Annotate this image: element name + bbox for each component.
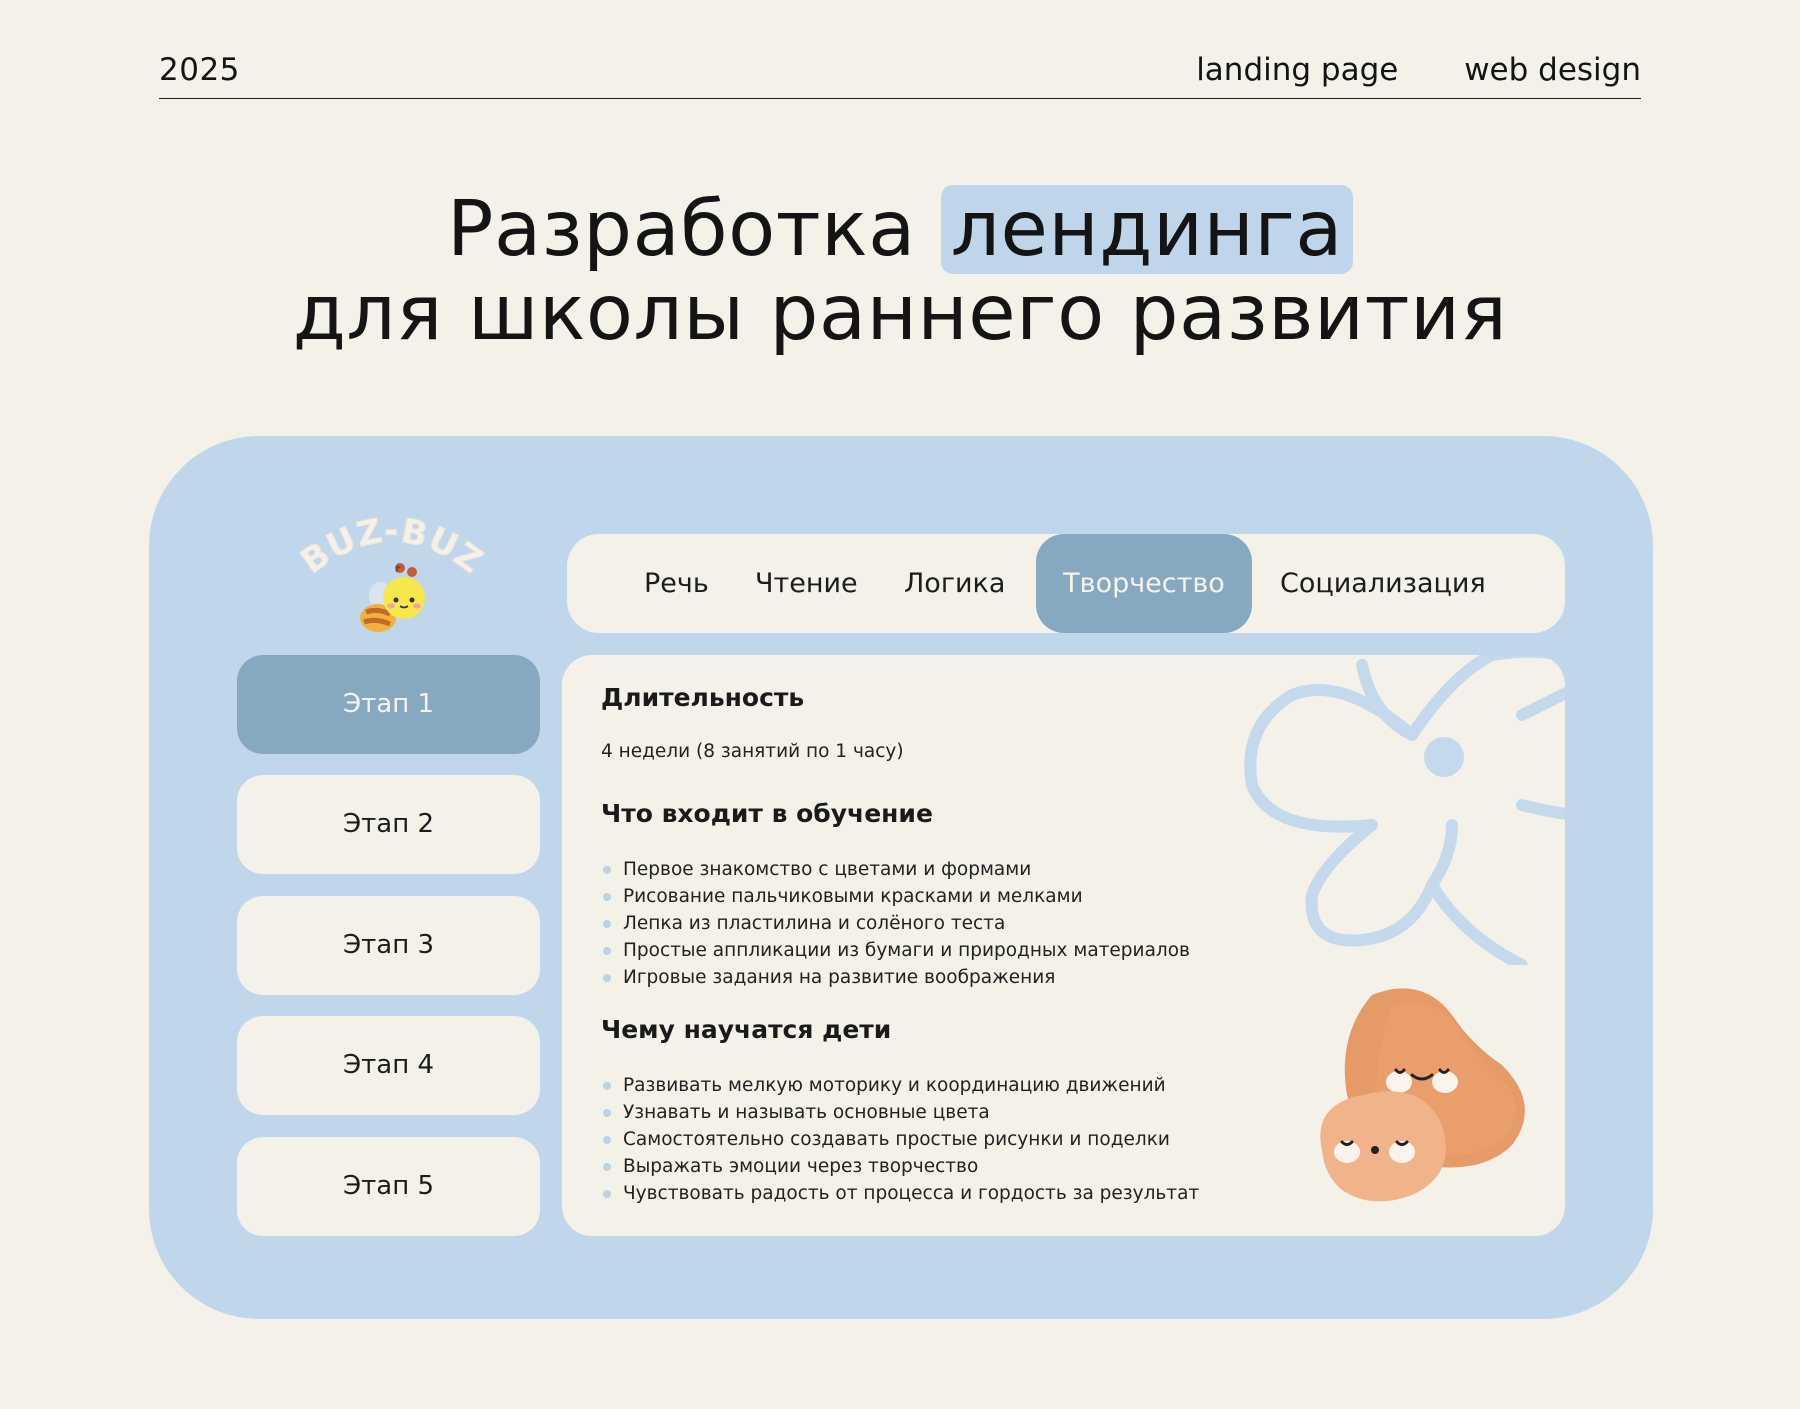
top-bar: 2025 landing page web design [159, 52, 1641, 99]
list-item: Самостоятельно создавать простые рисунки… [601, 1126, 1199, 1153]
outcomes-list: Развивать мелкую моторику и координацию … [601, 1072, 1199, 1207]
svg-text:BUZ-BUZ: BUZ-BUZ [294, 512, 491, 582]
duration-text: 4 недели (8 занятий по 1 часу) [601, 741, 904, 762]
tab-socialization[interactable]: Социализация [1280, 534, 1486, 633]
stage-4-button[interactable]: Этап 4 [237, 1016, 540, 1115]
list-item: Выражать эмоции через творчество [601, 1153, 1199, 1180]
list-item: Простые аппликации из бумаги и природных… [601, 937, 1190, 964]
list-item: Развивать мелкую моторику и координацию … [601, 1072, 1199, 1099]
list-item: Лепка из пластилина и солёного теста [601, 910, 1190, 937]
includes-heading: Что входит в обучение [601, 799, 933, 828]
tags: landing page web design [1140, 52, 1641, 88]
tab-creativity[interactable]: Творчество [1036, 534, 1252, 633]
stage-3-button[interactable]: Этап 3 [237, 896, 540, 995]
list-item: Первое знакомство с цветами и формами [601, 856, 1190, 883]
tab-reading[interactable]: Чтение [755, 534, 858, 633]
brand-logo[interactable]: BUZ-BUZ [292, 512, 492, 642]
clay-characters-icon [1320, 988, 1525, 1202]
bee-icon [360, 563, 425, 632]
duration-heading: Длительность [601, 683, 805, 712]
outcomes-heading: Чему научатся дети [601, 1015, 892, 1044]
tag-landing-page: landing page [1196, 52, 1399, 88]
title-highlight: лендинга [940, 185, 1353, 274]
title-line-2: для школы раннего развития [292, 269, 1508, 358]
stage-1-button[interactable]: Этап 1 [237, 655, 540, 754]
list-item: Рисование пальчиковыми красками и мелкам… [601, 883, 1190, 910]
year-label: 2025 [159, 52, 240, 88]
list-item: Узнавать и называть основные цвета [601, 1099, 1199, 1126]
tab-logic[interactable]: Логика [904, 534, 1005, 633]
title-line-1: Разработка лендинга [0, 185, 1800, 274]
title-prefix: Разработка [447, 185, 916, 274]
category-nav: Речь Чтение Логика Творчество Социализац… [567, 534, 1565, 633]
flower-icon [1244, 655, 1565, 965]
includes-list: Первое знакомство с цветами и формами Ри… [601, 856, 1190, 991]
list-item: Игровые задания на развитие воображения [601, 964, 1190, 991]
stage-2-button[interactable]: Этап 2 [237, 775, 540, 874]
logo-text: BUZ-BUZ [293, 512, 490, 583]
page-title: Разработка лендинга для школы раннего ра… [0, 185, 1800, 358]
list-item: Чувствовать радость от процесса и гордос… [601, 1180, 1199, 1207]
content-card: Длительность 4 недели (8 занятий по 1 ча… [562, 655, 1565, 1236]
tab-speech[interactable]: Речь [644, 534, 709, 633]
stage-5-button[interactable]: Этап 5 [237, 1137, 540, 1236]
tag-web-design: web design [1464, 52, 1641, 88]
